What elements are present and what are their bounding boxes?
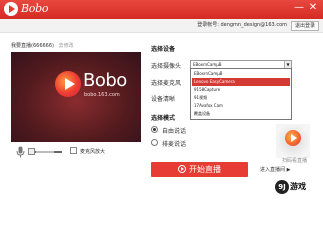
- amplify-label: 麦克风放大: [80, 149, 106, 155]
- bobo-logo-icon: [55, 71, 81, 97]
- site-watermark: 9J 游戏: [275, 178, 319, 198]
- start-broadcast-button[interactable]: 开始直播: [151, 162, 248, 177]
- camera-option-selected[interactable]: Lenovo EasyCamera: [192, 78, 290, 86]
- volume-slider-rest: [36, 151, 54, 153]
- mode-label-free: 自由说话: [162, 128, 187, 135]
- volume-slider-handle[interactable]: [28, 148, 35, 155]
- camera-option[interactable]: 17Avafox Cam: [192, 102, 290, 110]
- enter-room-link[interactable]: 进入直播间 ▶: [260, 166, 290, 173]
- watermark-text: 游戏: [290, 182, 306, 191]
- chevron-down-icon[interactable]: ▼: [284, 61, 291, 68]
- start-broadcast-label: 开始直播: [189, 165, 221, 174]
- camera-option[interactable]: EBoxrnCamµB: [192, 70, 290, 78]
- bobo-logo-icon: [285, 130, 301, 146]
- camera-label: 选择摄像头: [151, 63, 182, 70]
- preview-url: bobo.163.com: [84, 92, 120, 98]
- title-bar: Bobo — ✕: [0, 0, 323, 19]
- preview-brand: Bobo: [83, 70, 127, 91]
- camera-dropdown-list: EBoxrnCamµB Lenovo EasyCamera 9158Captur…: [190, 68, 292, 120]
- watermark-badge: 9J: [275, 180, 289, 194]
- room-info: 我要直播(666666) 去修改: [11, 42, 74, 49]
- logout-button[interactable]: 退出登录: [291, 21, 319, 31]
- minimize-button[interactable]: —: [293, 2, 305, 14]
- amplify-checkbox[interactable]: [70, 147, 77, 154]
- video-preview: Bobo bobo.163.com: [11, 52, 141, 142]
- account-email: 登录帐号: dengmn_design@163.com: [197, 22, 287, 28]
- camera-option[interactable]: 9158Capture: [192, 86, 290, 94]
- mic-label: 选择麦克风: [151, 80, 182, 87]
- microphone-icon: [16, 146, 25, 158]
- camera-option[interactable]: 覆盖设备: [192, 110, 290, 118]
- account-bar: 登录帐号: dengmn_design@163.com 退出登录: [0, 19, 323, 33]
- qr-caption: 扫码看直播: [282, 158, 308, 164]
- mode-radio-free[interactable]: [151, 126, 158, 133]
- app-title: Bobo: [21, 2, 49, 15]
- close-button[interactable]: ✕: [307, 2, 319, 14]
- camera-select-value: EBoxrnCamµB: [193, 62, 222, 67]
- play-icon: [178, 165, 186, 173]
- room-name: 我要直播(666666): [11, 43, 54, 49]
- bobo-logo-icon: [4, 2, 18, 16]
- edit-room-link[interactable]: 去修改: [59, 43, 74, 49]
- camera-option[interactable]: 91视频: [192, 94, 290, 102]
- mode-label-queue: 排麦说话: [162, 141, 187, 148]
- qr-code: [276, 124, 310, 158]
- quality-label: 设备清晰: [151, 96, 176, 103]
- mode-radio-queue[interactable]: [151, 139, 158, 146]
- mode-section-title: 选择模式: [151, 115, 176, 122]
- device-section-title: 选择设备: [151, 46, 176, 53]
